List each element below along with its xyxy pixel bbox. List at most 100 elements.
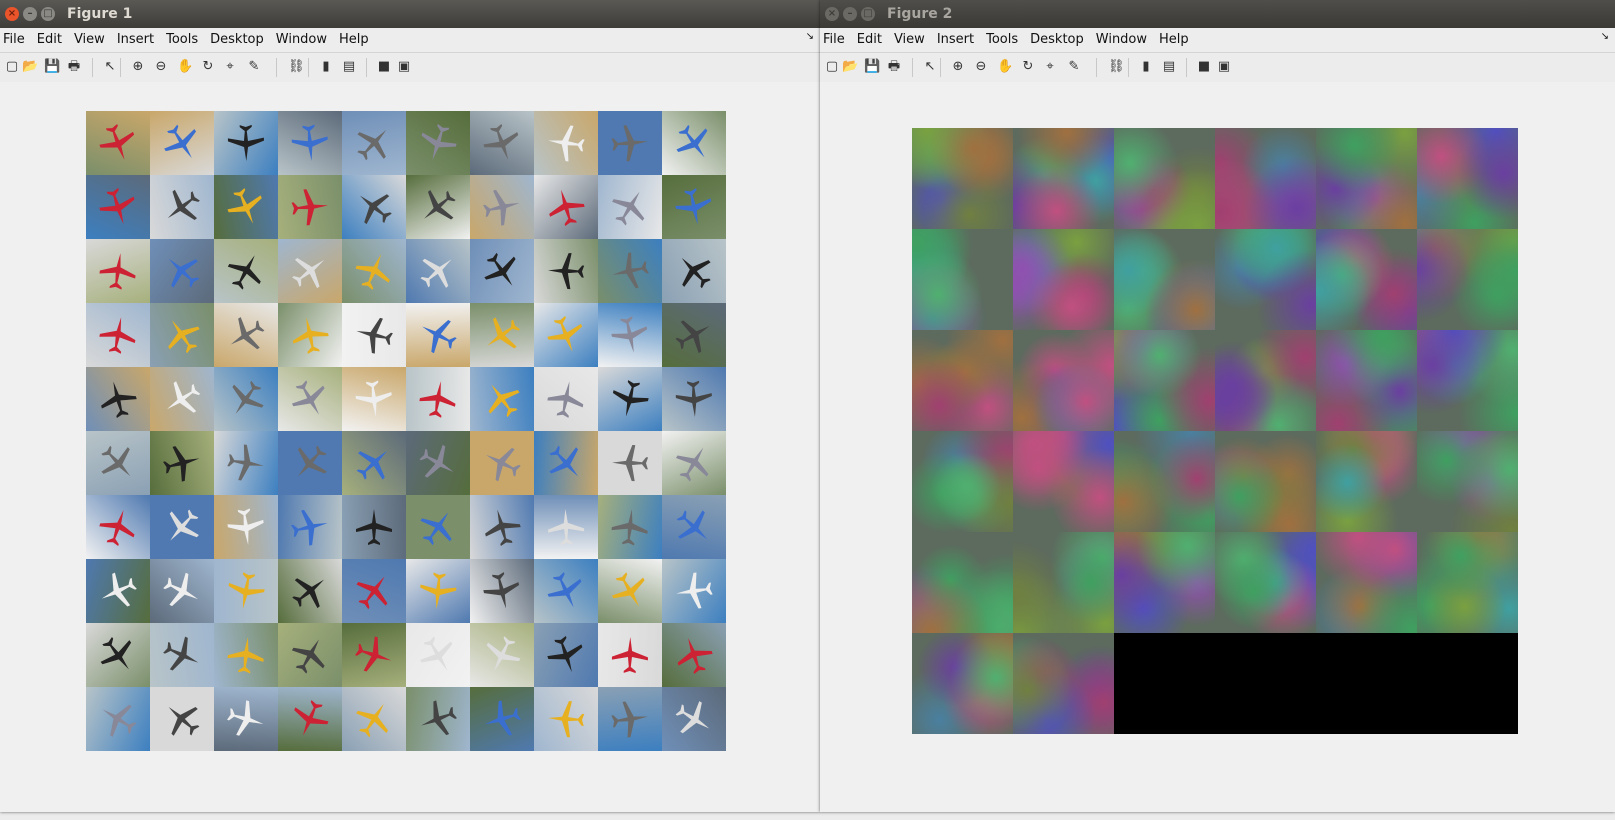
show-plot-tools-icon[interactable]: ▣ (1216, 59, 1232, 75)
airplane-thumbnail (662, 303, 726, 367)
colorbar-icon[interactable]: ▮ (1138, 59, 1154, 75)
airplane-icon (99, 188, 135, 225)
save-icon[interactable]: 💾 (44, 59, 60, 75)
airplane-icon (487, 317, 521, 349)
airplane-thumbnail (534, 687, 598, 751)
menu-view[interactable]: View (72, 28, 105, 52)
show-plot-tools-icon[interactable]: ▣ (396, 59, 412, 75)
menu-insert[interactable]: Insert (935, 28, 974, 52)
rotate-3d-icon[interactable]: ↻ (200, 59, 216, 75)
airplane-thumbnail (214, 303, 278, 367)
menu-help[interactable]: Help (1157, 28, 1189, 52)
data-cursor-icon[interactable]: ⌖ (222, 59, 238, 75)
rotate-3d-icon[interactable]: ↻ (1020, 59, 1036, 75)
pan-icon[interactable]: ✋ (997, 59, 1013, 75)
menu-insert[interactable]: Insert (115, 28, 154, 52)
menu-desktop[interactable]: Desktop (1028, 28, 1084, 52)
figure2-titlebar[interactable]: × – □ Figure 2 (820, 0, 1615, 28)
airplane-icon (419, 444, 454, 478)
dock-figure-icon[interactable]: ↘ (806, 31, 814, 42)
airplane-icon (297, 445, 327, 477)
figure1-titlebar[interactable]: × – □ Figure 1 (0, 0, 820, 28)
airplane-thumbnail (86, 495, 150, 559)
minimize-icon[interactable]: – (23, 7, 37, 21)
edit-plot-icon[interactable]: ↖ (922, 59, 938, 75)
airplane-thumbnail (150, 495, 214, 559)
airplane-icon (611, 637, 648, 674)
airplane-icon (421, 124, 457, 161)
menu-tools[interactable]: Tools (984, 28, 1018, 52)
airplane-icon (227, 637, 264, 674)
pan-icon[interactable]: ✋ (177, 59, 193, 75)
minimize-icon[interactable]: – (843, 7, 857, 21)
hide-plot-tools-icon[interactable]: ■ (376, 59, 392, 75)
airplane-thumbnail (86, 559, 150, 623)
airplane-thumbnail (278, 367, 342, 431)
menu-help[interactable]: Help (337, 28, 369, 52)
airplane-icon (167, 189, 200, 220)
menu-window[interactable]: Window (274, 28, 327, 52)
brush-icon[interactable]: ✎ (246, 59, 262, 75)
link-plot-icon[interactable]: ⛓ (1108, 59, 1125, 75)
airplane-thumbnail (598, 303, 662, 367)
airplane-icon (486, 636, 521, 672)
airplane-icon (611, 125, 648, 162)
maximize-icon[interactable]: □ (41, 7, 55, 21)
dock-figure-icon[interactable]: ↘ (1601, 31, 1609, 42)
colorbar-icon[interactable]: ▮ (318, 59, 334, 75)
filter-visualization (1013, 229, 1114, 330)
airplane-thumbnail (86, 623, 150, 687)
close-icon[interactable]: × (825, 7, 839, 21)
airplane-icon (611, 701, 648, 738)
menu-window[interactable]: Window (1094, 28, 1147, 52)
zoom-in-icon[interactable]: ⊕ (130, 59, 146, 75)
airplane-icon (675, 380, 712, 417)
zoom-in-icon[interactable]: ⊕ (950, 59, 966, 75)
airplane-thumbnail (86, 687, 150, 751)
menu-view[interactable]: View (892, 28, 925, 52)
save-icon[interactable]: 💾 (864, 59, 880, 75)
legend-icon[interactable]: ▤ (341, 59, 357, 75)
brush-icon[interactable]: ✎ (1066, 59, 1082, 75)
zoom-out-icon[interactable]: ⊖ (973, 59, 989, 75)
maximize-icon[interactable]: □ (861, 7, 875, 21)
airplane-icon (99, 124, 135, 160)
hide-plot-tools-icon[interactable]: ■ (1196, 59, 1212, 75)
menu-edit[interactable]: Edit (855, 28, 882, 52)
menu-tools[interactable]: Tools (164, 28, 198, 52)
zoom-out-icon[interactable]: ⊖ (153, 59, 169, 75)
filter-visualization (1114, 532, 1215, 633)
airplane-icon (676, 510, 708, 540)
airplane-icon (168, 320, 200, 354)
airplane-thumbnail (278, 239, 342, 303)
menu-edit[interactable]: Edit (35, 28, 62, 52)
airplane-thumbnail (470, 495, 534, 559)
print-icon[interactable]: 🖶 (66, 59, 82, 75)
open-file-icon[interactable]: 📂 (842, 59, 858, 75)
close-icon[interactable]: × (5, 7, 19, 21)
new-figure-icon[interactable]: ▢ (4, 59, 20, 75)
airplane-icon (227, 700, 264, 736)
airplane-icon (484, 252, 516, 286)
filter-visualization (1417, 229, 1518, 330)
print-icon[interactable]: 🖶 (886, 59, 902, 75)
airplane-icon (169, 509, 199, 541)
link-plot-icon[interactable]: ⛓ (288, 59, 305, 75)
airplane-thumbnail (662, 623, 726, 687)
legend-icon[interactable]: ▤ (1161, 59, 1177, 75)
menu-desktop[interactable]: Desktop (208, 28, 264, 52)
new-figure-icon[interactable]: ▢ (824, 59, 840, 75)
menu-file[interactable]: File (821, 28, 845, 52)
airplane-icon (419, 636, 453, 671)
open-file-icon[interactable]: 📂 (22, 59, 38, 75)
toolbar-separator (276, 58, 277, 77)
airplane-icon (549, 445, 579, 477)
airplane-icon (488, 384, 520, 418)
airplane-thumbnail (534, 559, 598, 623)
airplane-thumbnail (342, 239, 406, 303)
data-cursor-icon[interactable]: ⌖ (1042, 59, 1058, 75)
menu-file[interactable]: File (1, 28, 25, 52)
edit-plot-icon[interactable]: ↖ (102, 59, 118, 75)
empty-filter-cell (1417, 633, 1518, 734)
filter-visualization (1417, 532, 1518, 633)
